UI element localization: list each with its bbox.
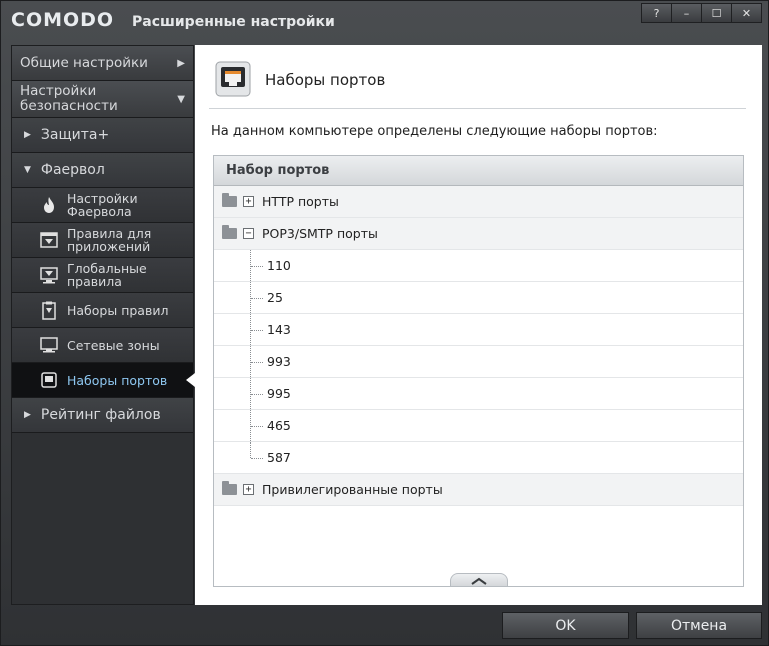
port-icon <box>38 370 60 390</box>
port-value: 587 <box>267 450 291 465</box>
tree-line <box>250 442 251 458</box>
global-rules-icon <box>38 265 60 285</box>
sidebar-item-rulesets[interactable]: Наборы правил <box>12 293 193 328</box>
cancel-button[interactable]: Отмена <box>636 612 762 639</box>
sidebar-item-app-rules[interactable]: Правила для приложений <box>12 223 193 258</box>
intro-text: На данном компьютере определены следующи… <box>211 124 658 139</box>
sidebar-item-label: Наборы портов <box>67 372 168 388</box>
arrow-down-icon: ▼ <box>177 93 185 105</box>
monitor-icon <box>38 335 60 355</box>
ok-button[interactable]: OK <box>502 612 629 639</box>
sidebar-item-firewall-settings[interactable]: Настройки Фаервола <box>12 188 193 223</box>
group-label: HTTP порты <box>262 194 339 209</box>
sidebar-item-label: Рейтинг файлов <box>40 407 161 423</box>
tree-leaf-port[interactable]: 587 <box>214 442 743 474</box>
sidebar-item-label: Сетевые зоны <box>67 337 160 353</box>
tree-leaf-port[interactable]: 993 <box>214 346 743 378</box>
tree-group-privileged[interactable]: + Привилегированные порты <box>214 474 743 506</box>
port-value: 995 <box>267 386 291 401</box>
tree-line <box>251 394 263 395</box>
port-value: 143 <box>267 322 291 337</box>
sidebar-item-label: Фаервол <box>40 162 105 178</box>
collapsed-triangle-icon: ▶ <box>24 410 31 420</box>
expand-icon[interactable]: + <box>243 484 254 495</box>
port-value: 25 <box>267 290 283 305</box>
tree-group-http[interactable]: + HTTP порты <box>214 186 743 218</box>
tree-leaf-port[interactable]: 995 <box>214 378 743 410</box>
tree-line <box>251 330 263 331</box>
tree-line <box>251 458 263 459</box>
sidebar-item-label: Настройки Фаервола <box>67 191 138 219</box>
page-title: Наборы портов <box>265 71 386 89</box>
sidebar-item-file-rating[interactable]: ▶ Рейтинг файлов <box>12 398 193 433</box>
panel-collapse-tab[interactable] <box>450 573 508 586</box>
sidebar-item-port-sets[interactable]: Наборы портов <box>12 363 195 398</box>
tree-leaf-port[interactable]: 465 <box>214 410 743 442</box>
column-header-port-set[interactable]: Набор портов <box>214 156 743 186</box>
app-rules-icon <box>38 230 60 250</box>
sidebar-item-general-settings[interactable]: Общие настройки ▶ <box>12 46 193 81</box>
help-button[interactable]: ? <box>641 3 672 23</box>
tree-leaf-port[interactable]: 110 <box>214 250 743 282</box>
tree-line <box>251 362 263 363</box>
close-button[interactable]: ✕ <box>731 3 762 23</box>
window-controls: ? – ☐ ✕ <box>641 3 762 23</box>
expanded-triangle-icon: ▼ <box>24 165 31 175</box>
folder-icon <box>222 481 237 495</box>
sidebar-item-network-zones[interactable]: Сетевые зоны <box>12 328 193 363</box>
main-panel: Наборы портов На данном компьютере опред… <box>195 45 762 605</box>
port-sets-header-icon <box>215 59 251 97</box>
window-title: Расширенные настройки <box>132 14 335 30</box>
port-value: 110 <box>267 258 291 273</box>
port-value: 465 <box>267 418 291 433</box>
sidebar-item-label: Глобальные правила <box>67 261 147 289</box>
selection-pointer <box>186 373 195 387</box>
sidebar-item-global-rules[interactable]: Глобальные правила <box>12 258 193 293</box>
sidebar-item-security-settings[interactable]: Настройки безопасности ▼ <box>12 81 193 118</box>
sidebar: Общие настройки ▶ Настройки безопасности… <box>11 45 195 605</box>
tree-leaf-port[interactable]: 25 <box>214 282 743 314</box>
advanced-settings-window: COMODO Расширенные настройки ? – ☐ ✕ Общ… <box>0 0 769 646</box>
group-label: Привилегированные порты <box>262 482 443 497</box>
group-label: POP3/SMTP порты <box>262 226 378 241</box>
folder-icon <box>222 225 237 239</box>
rulesets-icon <box>38 300 60 320</box>
flame-icon <box>38 195 60 215</box>
sidebar-item-label: Наборы правил <box>67 302 169 318</box>
collapsed-triangle-icon: ▶ <box>24 130 31 140</box>
folder-icon <box>222 193 237 207</box>
sidebar-item-label: Правила для приложений <box>67 226 152 254</box>
sidebar-item-label: Защита+ <box>40 127 110 143</box>
title-bar[interactable]: COMODO Расширенные настройки ? – ☐ ✕ <box>1 1 768 41</box>
collapse-icon[interactable]: − <box>243 228 254 239</box>
tree-line <box>251 426 263 427</box>
header-divider <box>209 108 746 109</box>
expand-icon[interactable]: + <box>243 196 254 207</box>
tree-leaf-port[interactable]: 143 <box>214 314 743 346</box>
minimize-button[interactable]: – <box>671 3 702 23</box>
chevron-up-icon <box>471 577 487 585</box>
sidebar-item-firewall[interactable]: ▼ Фаервол <box>12 153 193 188</box>
maximize-button[interactable]: ☐ <box>701 3 732 23</box>
port-value: 993 <box>267 354 291 369</box>
sidebar-item-label: Общие настройки <box>20 54 148 71</box>
tree-line <box>251 298 263 299</box>
port-sets-tree[interactable]: Набор портов + HTTP порты − POP3/SMTP по… <box>213 155 744 587</box>
tree-line <box>251 266 263 267</box>
arrow-right-icon: ▶ <box>177 57 185 69</box>
comodo-logo: COMODO <box>11 9 115 31</box>
tree-group-pop3-smtp[interactable]: − POP3/SMTP порты <box>214 218 743 250</box>
sidebar-item-label: Настройки безопасности <box>20 83 118 114</box>
sidebar-item-protection[interactable]: ▶ Защита+ <box>12 118 193 153</box>
